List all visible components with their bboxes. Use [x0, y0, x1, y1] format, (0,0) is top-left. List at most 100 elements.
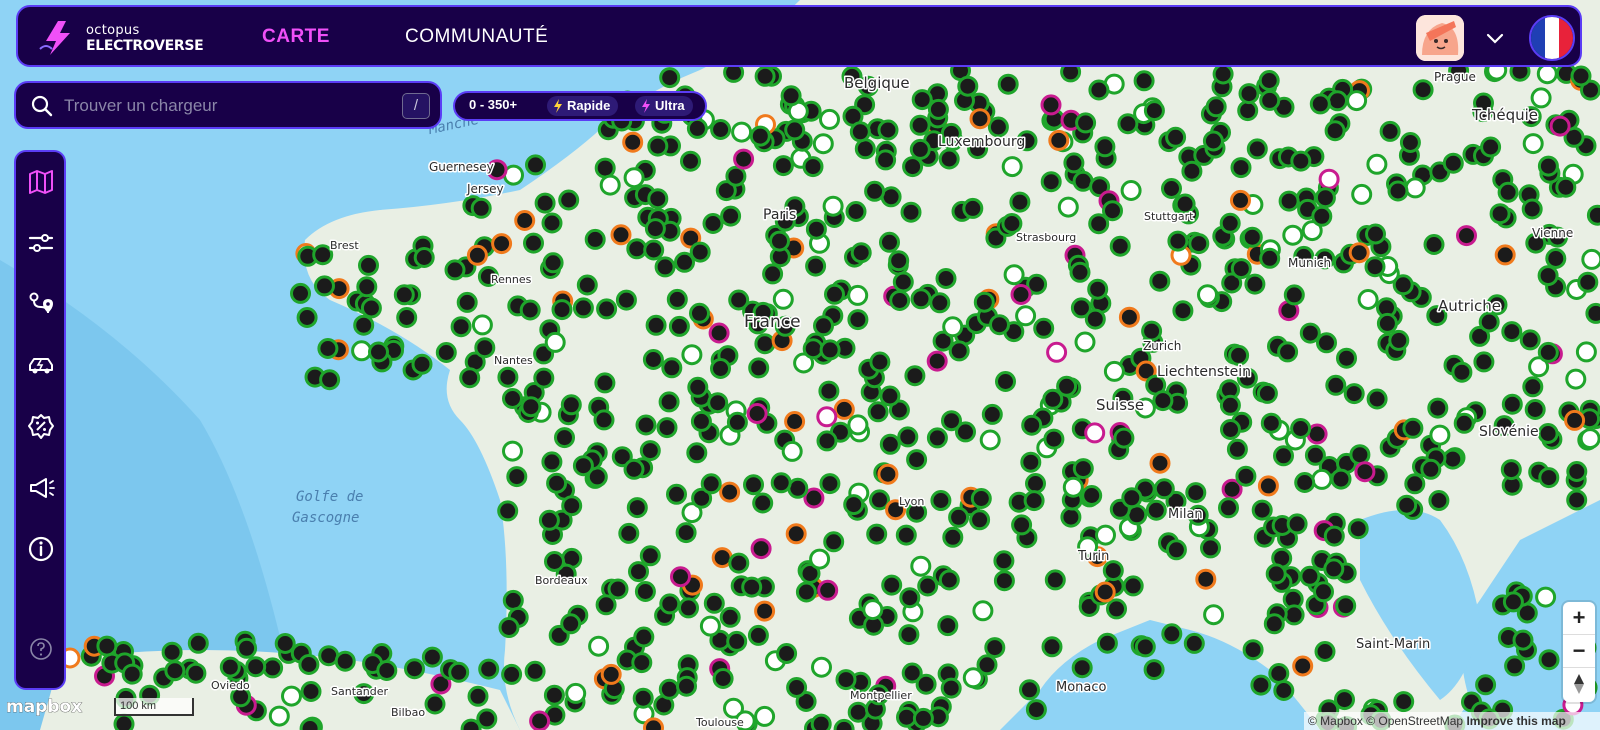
charger-marker[interactable]	[942, 316, 964, 338]
charger-marker[interactable]	[900, 201, 922, 223]
charger-marker[interactable]	[298, 654, 320, 675]
charger-marker[interactable]	[1478, 311, 1500, 333]
charger-marker[interactable]	[929, 292, 951, 314]
charger-marker[interactable]	[910, 555, 932, 577]
charger-marker[interactable]	[708, 322, 730, 344]
charger-marker[interactable]	[749, 125, 771, 147]
charger-marker[interactable]	[268, 705, 290, 727]
charger-marker[interactable]	[1473, 351, 1495, 373]
charger-marker[interactable]	[1423, 234, 1445, 255]
charger-marker[interactable]	[805, 218, 827, 240]
charger-marker[interactable]	[1420, 458, 1442, 480]
charger-marker[interactable]	[1522, 133, 1544, 155]
charger-marker[interactable]	[498, 617, 520, 638]
charger-marker[interactable]	[1257, 475, 1279, 497]
charger-marker[interactable]	[1096, 632, 1118, 654]
charger-marker[interactable]	[622, 131, 644, 153]
charger-marker[interactable]	[1258, 70, 1280, 91]
charger-marker[interactable]	[802, 156, 824, 178]
charger-marker[interactable]	[754, 705, 776, 727]
charger-marker[interactable]	[471, 314, 493, 336]
charger-marker[interactable]	[942, 526, 964, 548]
charger-marker[interactable]	[1323, 558, 1345, 580]
charger-marker[interactable]	[1230, 157, 1252, 179]
charger-marker[interactable]	[1327, 90, 1348, 112]
charger-marker[interactable]	[1106, 598, 1127, 620]
charger-marker[interactable]	[864, 180, 886, 202]
charger-marker[interactable]	[1366, 153, 1388, 175]
charger-marker[interactable]	[746, 403, 768, 424]
charger-marker[interactable]	[1230, 189, 1251, 211]
charger-marker[interactable]	[670, 566, 691, 588]
charger-marker[interactable]	[113, 713, 135, 730]
charger-marker[interactable]	[915, 673, 937, 695]
charger-marker[interactable]	[1480, 136, 1502, 158]
charger-marker[interactable]	[656, 417, 678, 439]
charger-marker[interactable]	[647, 135, 669, 157]
charger-marker[interactable]	[1075, 112, 1097, 134]
charger-marker[interactable]	[560, 394, 582, 416]
charger-marker[interactable]	[1524, 399, 1546, 420]
charger-marker[interactable]	[819, 473, 841, 495]
charger-marker[interactable]	[411, 353, 433, 375]
charger-marker[interactable]	[824, 283, 845, 305]
charger-marker[interactable]	[1120, 180, 1142, 201]
charger-marker[interactable]	[633, 626, 655, 648]
charger-marker[interactable]	[1535, 586, 1557, 608]
charger-marker[interactable]	[1001, 156, 1023, 178]
charger-marker[interactable]	[572, 297, 594, 319]
charger-marker[interactable]	[607, 578, 629, 600]
charger-marker[interactable]	[1043, 428, 1065, 450]
charger-marker[interactable]	[635, 414, 657, 436]
charger-marker[interactable]	[784, 411, 806, 432]
charger-marker[interactable]	[360, 297, 382, 319]
charger-marker[interactable]	[1044, 569, 1066, 591]
charger-marker[interactable]	[1566, 489, 1588, 511]
charger-marker[interactable]	[334, 650, 356, 672]
charger-marker[interactable]	[1396, 494, 1418, 516]
charger-marker[interactable]	[728, 552, 750, 574]
charger-marker[interactable]	[1183, 632, 1205, 654]
charger-marker[interactable]	[819, 108, 840, 130]
charger-marker[interactable]	[1456, 225, 1477, 247]
charger-marker[interactable]	[502, 589, 524, 611]
charger-marker[interactable]	[290, 282, 311, 304]
charger-marker[interactable]	[219, 656, 241, 678]
charger-marker[interactable]	[1497, 181, 1519, 203]
charger-marker[interactable]	[1555, 176, 1577, 198]
charger-marker[interactable]	[1149, 452, 1171, 474]
improve-map-link[interactable]: Improve this map	[1466, 714, 1565, 728]
charger-marker[interactable]	[647, 188, 669, 210]
charger-marker[interactable]	[1056, 375, 1078, 397]
charger-marker[interactable]	[1226, 438, 1248, 460]
charger-marker[interactable]	[909, 114, 931, 136]
charger-marker[interactable]	[600, 663, 622, 685]
user-avatar[interactable]	[1416, 15, 1464, 61]
charger-marker[interactable]	[1010, 284, 1032, 305]
charger-marker[interactable]	[1202, 130, 1224, 152]
charger-marker[interactable]	[1283, 604, 1305, 626]
charger-marker[interactable]	[666, 288, 688, 310]
charger-marker[interactable]	[1522, 376, 1544, 398]
charger-marker[interactable]	[1084, 422, 1106, 444]
charger-marker[interactable]	[850, 242, 872, 264]
charger-marker[interactable]	[478, 658, 500, 680]
charger-marker[interactable]	[1241, 226, 1263, 248]
charger-marker[interactable]	[1165, 126, 1187, 148]
charger-marker[interactable]	[413, 247, 435, 268]
charger-marker[interactable]	[678, 597, 699, 619]
charger-marker[interactable]	[491, 233, 513, 255]
charger-marker[interactable]	[596, 298, 618, 320]
charger-marker[interactable]	[1364, 256, 1386, 278]
charger-marker[interactable]	[1259, 247, 1281, 269]
charger-marker[interactable]	[1565, 368, 1587, 390]
charger-marker[interactable]	[1365, 223, 1386, 245]
charger-marker[interactable]	[1451, 361, 1473, 383]
charger-marker[interactable]	[1143, 659, 1165, 681]
charger-marker[interactable]	[1346, 90, 1368, 112]
charger-marker[interactable]	[459, 367, 481, 389]
charger-marker[interactable]	[1402, 417, 1424, 439]
charger-marker[interactable]	[1283, 284, 1305, 306]
charger-marker[interactable]	[686, 442, 708, 464]
charger-marker[interactable]	[719, 481, 741, 503]
